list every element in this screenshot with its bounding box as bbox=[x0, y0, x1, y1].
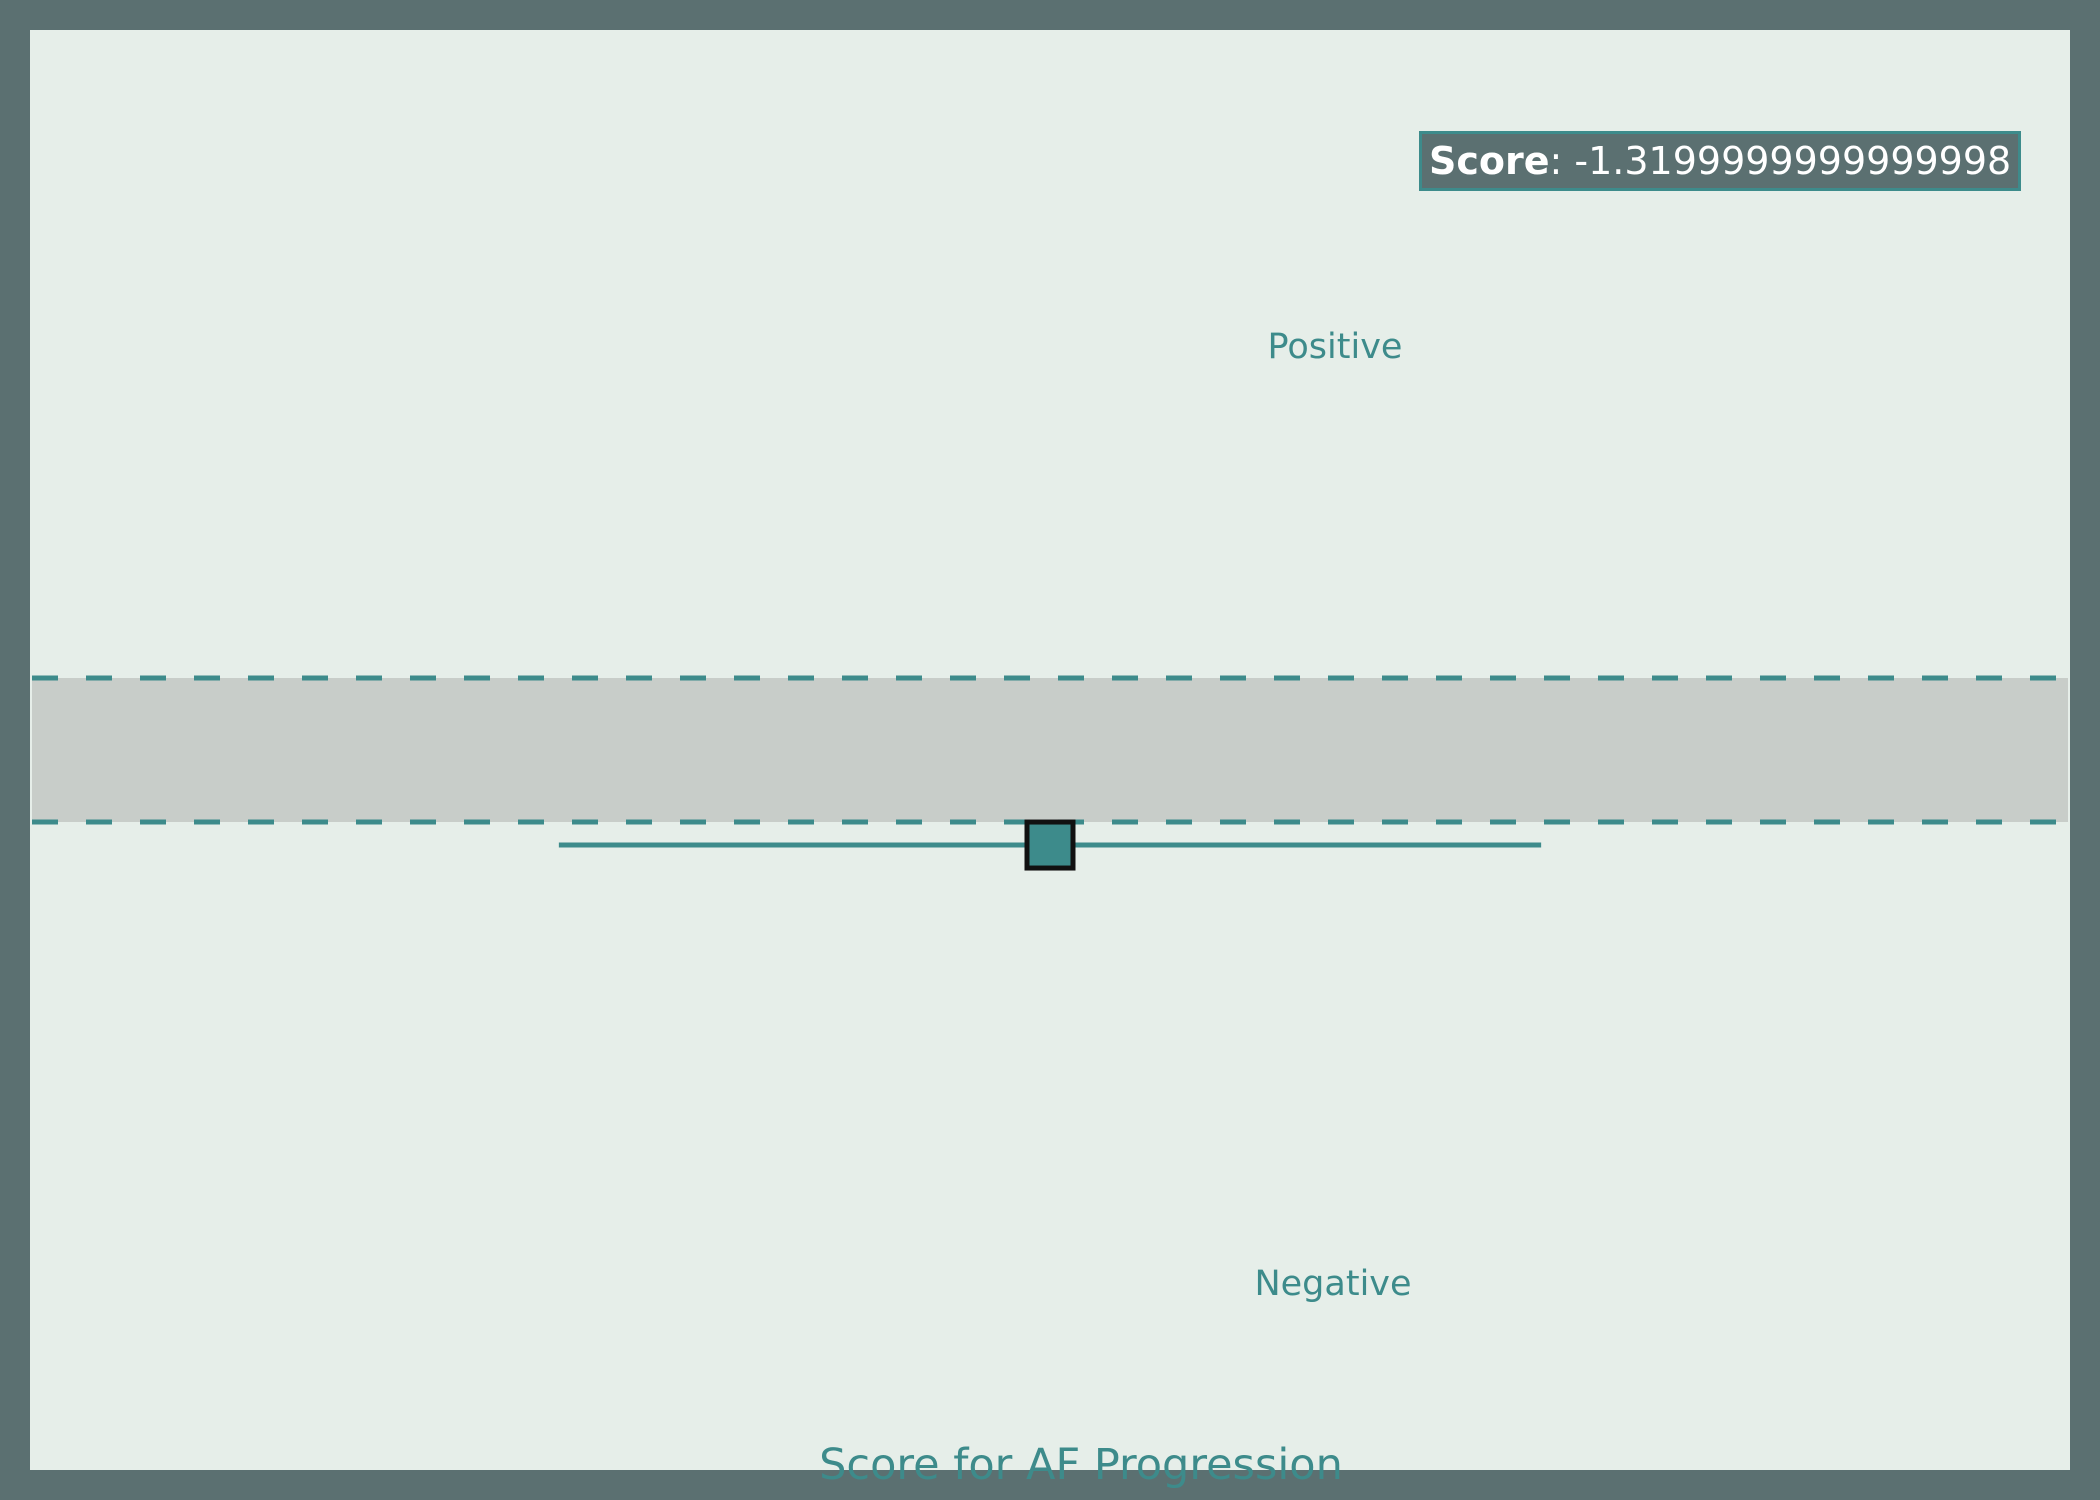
chart-plot bbox=[32, 675, 2068, 871]
score-value: -1.3199999999999998 bbox=[1574, 139, 2012, 183]
positive-region-label: Positive bbox=[1267, 327, 1403, 367]
chart-title: Score for AF Progression bbox=[819, 1440, 1343, 1490]
chart-frame: Score: -1.3199999999999998 Positive Nega… bbox=[30, 30, 2070, 1490]
neutral-band bbox=[32, 678, 2068, 822]
negative-region-label: Negative bbox=[1254, 1264, 1412, 1304]
score-label: Score bbox=[1429, 139, 1550, 183]
score-readout: Score: -1.3199999999999998 bbox=[1419, 131, 2022, 191]
score-marker bbox=[1024, 819, 1076, 871]
